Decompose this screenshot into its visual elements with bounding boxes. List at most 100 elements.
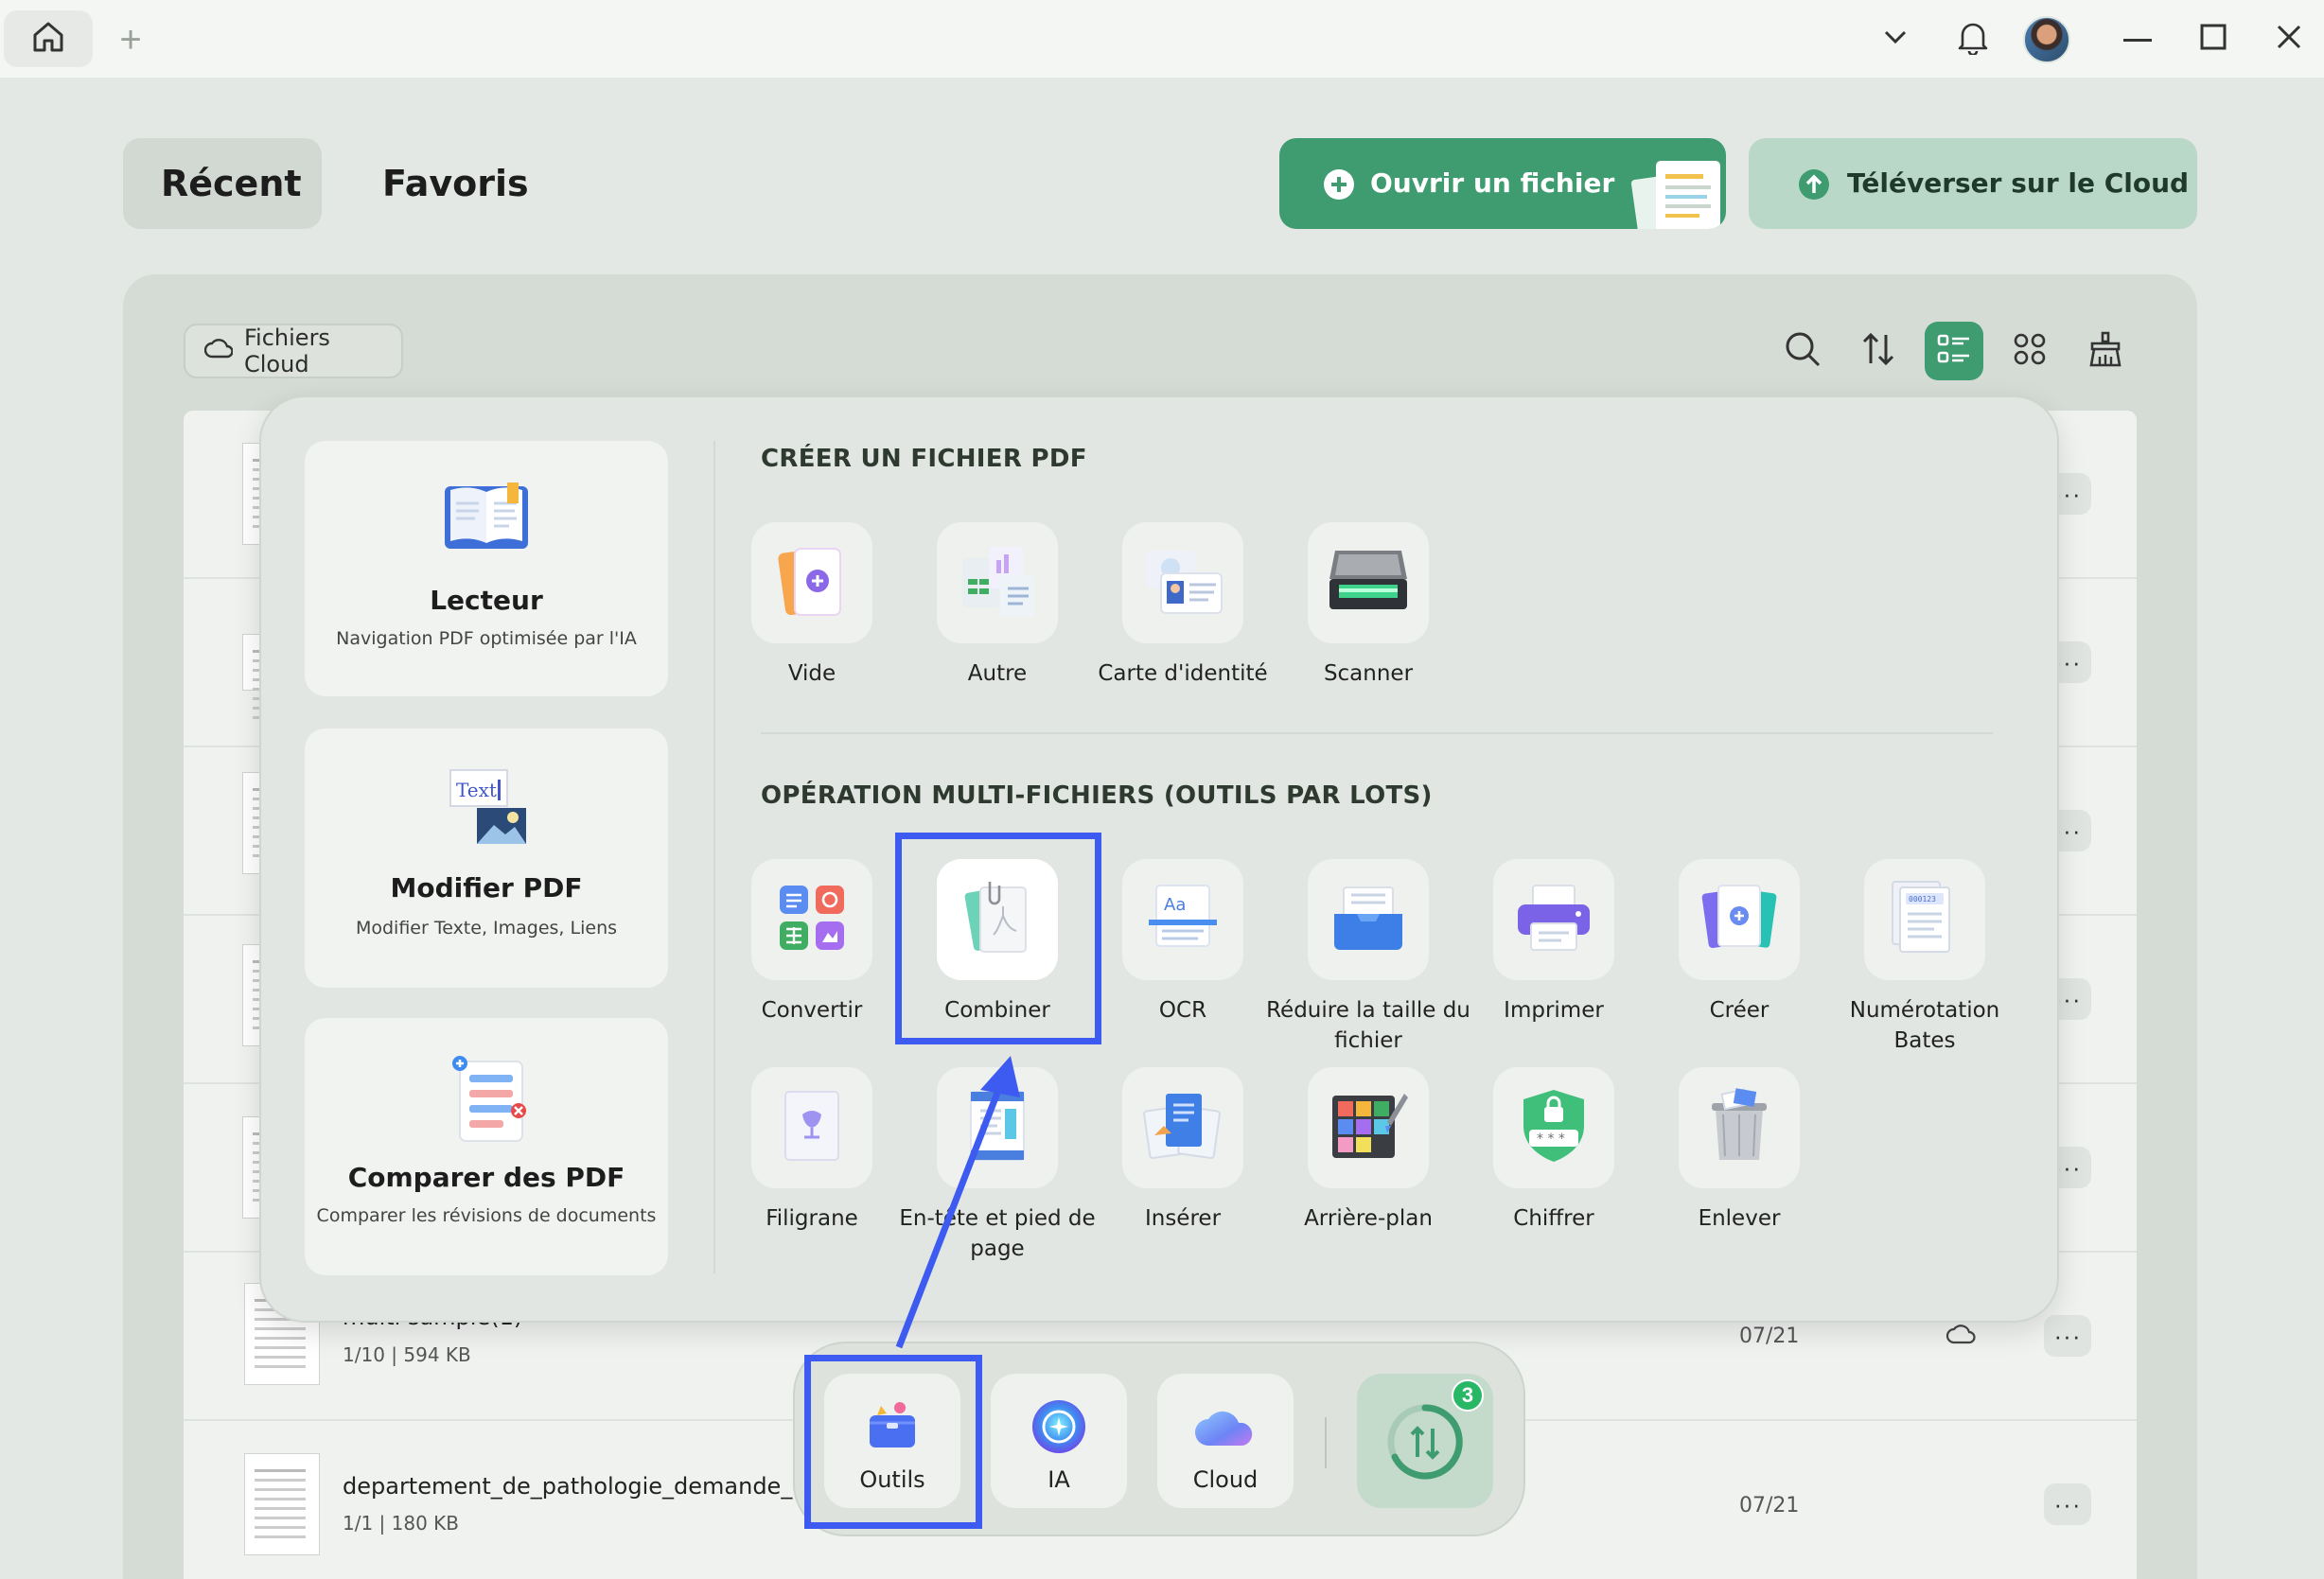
- shield-lock-icon: * * *: [1518, 1086, 1590, 1170]
- bates-sample-text: 000123: [1909, 895, 1936, 904]
- dropdown-chevron-button[interactable]: [1870, 13, 1921, 64]
- compare-pdf-subtitle: Comparer les révisions de documents: [316, 1205, 657, 1226]
- minimize-button[interactable]: [2112, 13, 2163, 64]
- tool-id-card-label: Carte d'identité: [1098, 661, 1268, 686]
- tool-convert-label: Convertir: [761, 998, 863, 1023]
- tool-other[interactable]: [937, 522, 1058, 643]
- batch-section-heading: OPÉRATION MULTI-FICHIERS (OUTILS PAR LOT…: [761, 781, 1433, 810]
- edit-pdf-card[interactable]: Text Modifier PDF Modifier Texte, Images…: [305, 728, 668, 988]
- close-icon: [2276, 24, 2302, 55]
- file-meta: 1/10 | 594 KB: [343, 1343, 471, 1366]
- tool-create-label: Créer: [1709, 998, 1769, 1023]
- open-file-button[interactable]: Ouvrir un fichier: [1279, 138, 1726, 229]
- compare-pdf-title: Comparer des PDF: [347, 1162, 625, 1193]
- grid-view-button[interactable]: [2000, 322, 2059, 380]
- open-file-label: Ouvrir un fichier: [1370, 167, 1615, 199]
- tool-convert[interactable]: [751, 859, 872, 980]
- ai-assistant-icon: [1030, 1398, 1087, 1460]
- tool-insert[interactable]: [1122, 1067, 1243, 1188]
- list-view-button[interactable]: [1925, 322, 1983, 380]
- watermark-icon: [778, 1086, 846, 1170]
- file-meta: 1/1 | 180 KB: [343, 1512, 460, 1535]
- cloud-status-icon: [1945, 1323, 1976, 1350]
- chevron-down-icon: [1883, 29, 1908, 49]
- upload-cloud-button[interactable]: Téléverser sur le Cloud: [1749, 138, 2197, 229]
- cloud-files-label: Fichiers Cloud: [244, 325, 330, 377]
- id-card-icon: [1140, 541, 1225, 625]
- trash-icon: [1706, 1086, 1772, 1170]
- cloud-icon: [203, 338, 234, 364]
- tool-watermark[interactable]: [751, 1067, 872, 1188]
- sort-icon: [1861, 331, 1895, 372]
- other-files-icon: [955, 541, 1040, 625]
- home-tab[interactable]: [4, 10, 93, 67]
- edit-pdf-title: Modifier PDF: [390, 872, 583, 904]
- more-options-button[interactable]: ···: [2044, 1315, 2091, 1357]
- cloud-icon: [1193, 1406, 1258, 1454]
- tool-blank-label: Vide: [787, 661, 836, 686]
- list-view-icon: [1937, 333, 1971, 370]
- tool-encrypt[interactable]: * * *: [1493, 1067, 1614, 1188]
- tool-print[interactable]: [1493, 859, 1614, 980]
- upload-arrow-icon: [1798, 168, 1830, 205]
- avatar[interactable]: [2023, 16, 2070, 63]
- popup-section-divider: [761, 732, 1993, 734]
- grid-view-icon: [2013, 332, 2047, 371]
- tool-insert-label: Insérer: [1144, 1206, 1222, 1231]
- tool-compress-label: Réduire la taille du fichier: [1266, 998, 1470, 1053]
- documents-illustration-icon: [1626, 155, 1726, 229]
- compress-icon: [1330, 882, 1406, 958]
- sort-button[interactable]: [1849, 322, 1908, 380]
- dock-separator: [1325, 1417, 1327, 1468]
- tool-header-footer[interactable]: [937, 1067, 1058, 1188]
- reader-card[interactable]: Lecteur Navigation PDF optimisée par l'I…: [305, 441, 668, 696]
- dock-ai-label: IA: [1048, 1466, 1070, 1493]
- tool-other-label: Autre: [967, 661, 1028, 686]
- highlight-combine: [895, 833, 1101, 1044]
- edit-pdf-subtitle: Modifier Texte, Images, Liens: [355, 918, 618, 939]
- new-tab-button[interactable]: +: [112, 21, 150, 59]
- broom-icon: [2086, 330, 2124, 373]
- tool-print-label: Imprimer: [1504, 998, 1604, 1023]
- tool-create[interactable]: [1679, 859, 1800, 980]
- dock-ai-button[interactable]: IA: [991, 1374, 1127, 1508]
- tool-background-label: Arrière-plan: [1304, 1206, 1433, 1231]
- create-pdf-icon: [1699, 880, 1779, 960]
- tool-background[interactable]: [1308, 1067, 1429, 1188]
- tool-encrypt-label: Chiffrer: [1513, 1206, 1594, 1231]
- cloud-files-filter[interactable]: Fichiers Cloud: [184, 324, 403, 378]
- file-date: 07/21: [1739, 1325, 1800, 1348]
- dock-cloud-button[interactable]: Cloud: [1157, 1374, 1294, 1508]
- tool-id-card[interactable]: [1122, 522, 1243, 643]
- ocr-icon: Aa: [1145, 882, 1221, 958]
- tool-blank[interactable]: [751, 522, 872, 643]
- file-title[interactable]: departement_de_pathologie_demande_analys: [343, 1473, 866, 1500]
- tab-favorites[interactable]: Favoris: [382, 163, 529, 204]
- tool-ocr[interactable]: Aa: [1122, 859, 1243, 980]
- svg-text:* * *: * * *: [1537, 1132, 1565, 1147]
- scanner-icon: [1326, 541, 1411, 625]
- header-footer-icon: [963, 1086, 1031, 1170]
- tool-bates-label: Numérotation Bates: [1849, 998, 2000, 1053]
- background-palette-icon: [1329, 1088, 1408, 1168]
- tool-bates[interactable]: 000123: [1864, 859, 1985, 980]
- compare-documents-icon: [447, 1052, 532, 1148]
- tool-compress[interactable]: [1308, 859, 1429, 980]
- clean-button[interactable]: [2076, 322, 2135, 380]
- sync-progress-icon: [1385, 1402, 1465, 1486]
- tool-remove[interactable]: [1679, 1067, 1800, 1188]
- maximize-icon: [2200, 24, 2227, 55]
- close-button[interactable]: [2263, 13, 2315, 64]
- edit-text-image-icon: Text: [447, 766, 532, 852]
- search-button[interactable]: [1773, 322, 1832, 380]
- plus-circle-icon: [1323, 168, 1355, 205]
- svg-text:Aa: Aa: [1164, 895, 1186, 915]
- tab-recent[interactable]: Récent: [161, 163, 302, 204]
- edit-icon-text: Text: [456, 779, 497, 801]
- more-options-button[interactable]: ···: [2044, 1483, 2091, 1525]
- maximize-button[interactable]: [2188, 13, 2239, 64]
- compare-pdf-card[interactable]: Comparer des PDF Comparer les révisions …: [305, 1018, 668, 1275]
- notifications-button[interactable]: [1947, 13, 1998, 64]
- tool-scanner[interactable]: [1308, 522, 1429, 643]
- book-icon: [441, 479, 532, 559]
